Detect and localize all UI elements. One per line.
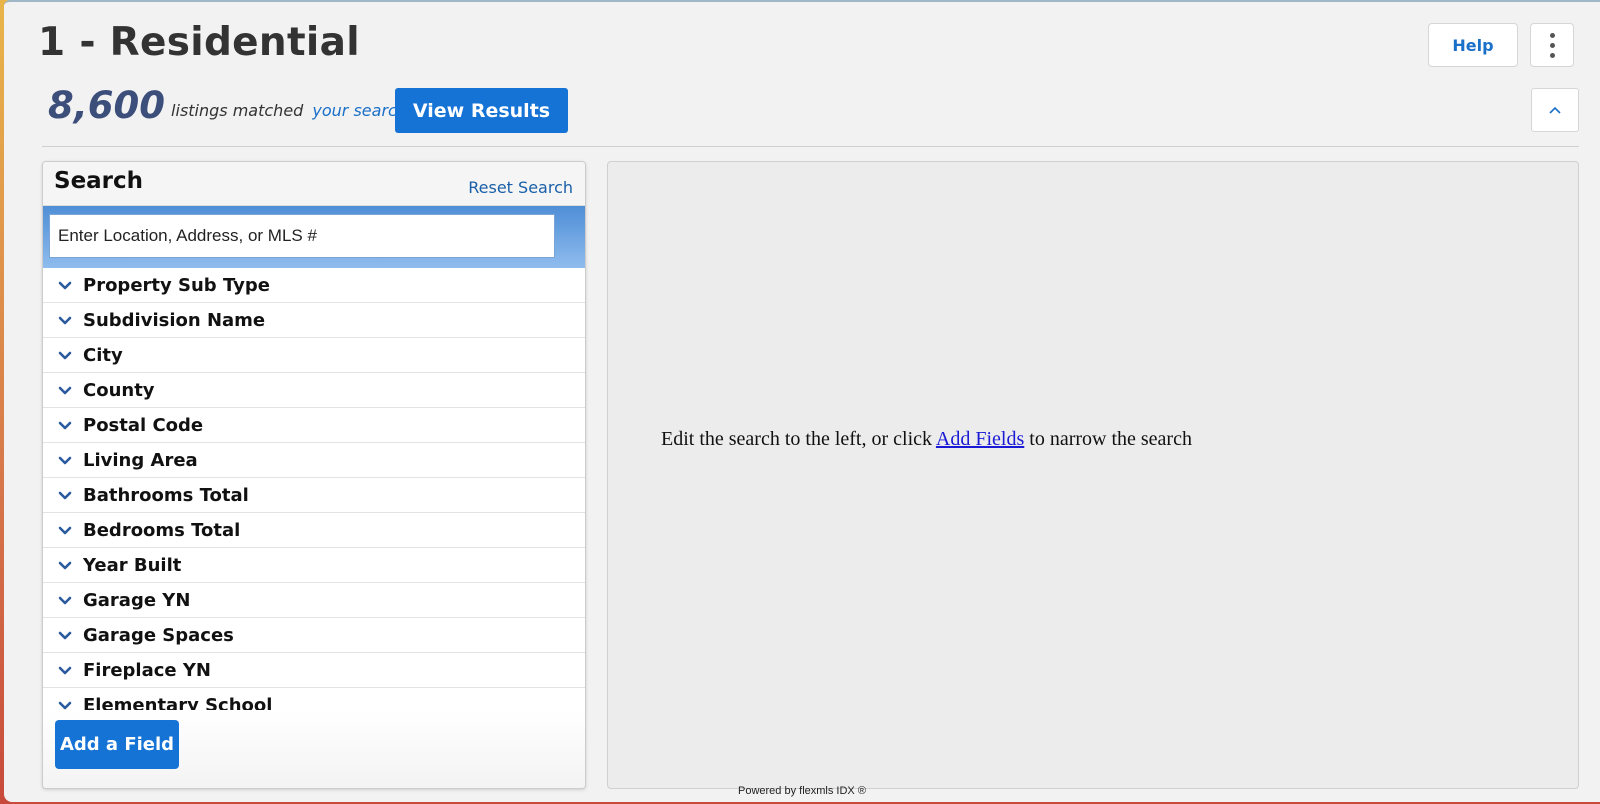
add-fields-link[interactable]: Add Fields (936, 428, 1024, 450)
search-field-item[interactable]: Year Built (43, 548, 585, 583)
view-results-button[interactable]: View Results (395, 88, 568, 133)
search-panel: Search Reset Search Enter Location, Addr… (42, 161, 586, 789)
more-options-button[interactable] (1530, 23, 1574, 67)
powered-by-footer: Powered by flexmls IDX ® (738, 785, 866, 797)
results-panel: Edit the search to the left, or click Ad… (607, 161, 1579, 789)
header-divider (42, 146, 1579, 147)
search-field-label: City (83, 344, 123, 366)
search-field-label: Bathrooms Total (83, 484, 249, 506)
chevron-down-icon (57, 524, 73, 536)
matched-text: listings matched your search (171, 101, 407, 120)
your-search-link[interactable]: your search (312, 101, 407, 120)
search-field-item[interactable]: Bedrooms Total (43, 513, 585, 548)
chevron-down-icon (57, 629, 73, 641)
app-window: 1 - Residential Help 8,600 listings matc… (4, 0, 1600, 802)
chevron-down-icon (57, 489, 73, 501)
search-field-item[interactable]: Bathrooms Total (43, 478, 585, 513)
chevron-down-icon (57, 454, 73, 466)
vertical-ellipsis-icon-dot (1549, 52, 1555, 58)
search-field-label: Property Sub Type (83, 274, 270, 296)
page-title: 1 - Residential (38, 20, 360, 65)
search-header: Search Reset Search (43, 162, 585, 206)
vertical-ellipsis-icon-dot (1549, 42, 1555, 48)
search-field-item[interactable]: County (43, 373, 585, 408)
search-field-label: Postal Code (83, 414, 204, 436)
matched-label: listings matched (171, 101, 304, 120)
search-field-item[interactable]: Fireplace YN (43, 653, 585, 688)
search-field-label: Bedrooms Total (83, 519, 241, 541)
chevron-down-icon (57, 279, 73, 291)
chevron-up-icon (1549, 106, 1561, 114)
search-field-label: Subdivision Name (83, 309, 266, 331)
search-field-item[interactable]: Elementary School (43, 688, 585, 712)
search-title: Search (54, 168, 144, 194)
location-search-input[interactable]: Enter Location, Address, or MLS # (49, 214, 555, 258)
search-field-item[interactable]: Garage YN (43, 583, 585, 618)
search-field-item[interactable]: Postal Code (43, 408, 585, 443)
results-message-after: to narrow the search (1029, 428, 1192, 450)
listing-count: 8,600 (48, 84, 166, 127)
listing-count-row: 8,600 listings matched your search (48, 84, 407, 127)
chevron-down-icon (57, 314, 73, 326)
results-message-before: Edit the search to the left, or click (661, 428, 933, 450)
search-field-label: Fireplace YN (83, 659, 211, 681)
search-field-list[interactable]: Property Sub Type Subdivision Name City Cou… (43, 268, 585, 712)
search-field-label: Garage YN (83, 589, 191, 611)
search-field-item[interactable]: Property Sub Type (43, 268, 585, 303)
collapse-button[interactable] (1531, 88, 1579, 132)
chevron-down-icon (57, 664, 73, 676)
results-message: Edit the search to the left, or click Ad… (661, 428, 1192, 451)
search-field-label: Year Built (83, 554, 182, 576)
chevron-down-icon (57, 559, 73, 571)
search-field-label: Garage Spaces (83, 624, 234, 646)
search-field-item[interactable]: Subdivision Name (43, 303, 585, 338)
chevron-down-icon (57, 594, 73, 606)
reset-search-link[interactable]: Reset Search (468, 178, 573, 197)
search-field-item[interactable]: Living Area (43, 443, 585, 478)
search-field-label: County (83, 379, 155, 401)
location-search-band: Enter Location, Address, or MLS # (43, 206, 585, 268)
search-field-label: Living Area (83, 449, 198, 471)
chevron-down-icon (57, 419, 73, 431)
search-field-item[interactable]: Garage Spaces (43, 618, 585, 653)
search-field-item[interactable]: City (43, 338, 585, 373)
help-button[interactable]: Help (1428, 23, 1518, 67)
chevron-down-icon (57, 349, 73, 361)
chevron-down-icon (57, 384, 73, 396)
vertical-ellipsis-icon (1549, 32, 1555, 38)
add-a-field-button[interactable]: Add a Field (55, 720, 179, 769)
